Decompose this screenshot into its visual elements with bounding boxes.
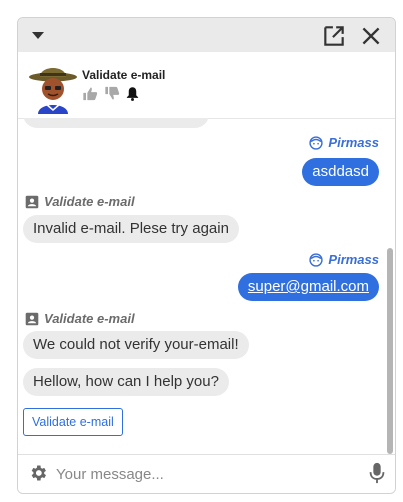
user-message: super@gmail.com bbox=[237, 273, 379, 301]
user-message: asddasd bbox=[302, 158, 379, 186]
feedback-row bbox=[82, 86, 139, 101]
scrollbar-thumb[interactable] bbox=[387, 248, 393, 454]
scrollbar[interactable] bbox=[387, 120, 393, 454]
bot-name: Validate e-mail bbox=[82, 68, 166, 82]
bot-message: We could not verify your-email! bbox=[23, 331, 249, 359]
message-sender: Pirmass bbox=[309, 135, 379, 150]
message-sender: Validate e-mail bbox=[25, 194, 135, 209]
bot-avatar bbox=[29, 68, 77, 114]
sender-name: Pirmass bbox=[328, 252, 379, 267]
microphone-icon[interactable] bbox=[367, 462, 387, 484]
message-input[interactable] bbox=[56, 463, 356, 485]
bot-header: Validate e-mail bbox=[18, 52, 395, 119]
sender-name: Validate e-mail bbox=[44, 194, 135, 209]
open-in-new-icon[interactable] bbox=[321, 23, 347, 49]
user-face-icon bbox=[309, 252, 324, 267]
message-composer bbox=[18, 454, 395, 493]
message-bubble-cutoff bbox=[23, 118, 209, 128]
sender-name: Pirmass bbox=[328, 135, 379, 150]
message-sender: Pirmass bbox=[309, 252, 379, 267]
quick-reply-button[interactable]: Validate e-mail bbox=[23, 408, 123, 436]
close-icon[interactable] bbox=[358, 23, 384, 49]
message-list[interactable]: Pirmass asddasd Validate e-mail Invalid … bbox=[18, 118, 385, 455]
bot-message: Invalid e-mail. Plese try again bbox=[23, 215, 239, 243]
chat-widget: Validate e-mail Pirmass asddasd Validate… bbox=[17, 17, 396, 494]
widget-topbar bbox=[18, 18, 395, 52]
bot-message: Hellow, how can I help you? bbox=[23, 368, 229, 396]
contact-card-icon bbox=[25, 312, 39, 325]
user-face-icon bbox=[309, 135, 324, 150]
contact-card-icon bbox=[25, 195, 39, 208]
thumbs-up-icon[interactable] bbox=[82, 86, 98, 101]
gear-icon[interactable] bbox=[28, 463, 48, 483]
email-link[interactable]: super@gmail.com bbox=[248, 278, 369, 295]
thumbs-down-icon[interactable] bbox=[104, 86, 120, 101]
message-sender: Validate e-mail bbox=[25, 311, 135, 326]
bell-icon[interactable] bbox=[126, 86, 139, 101]
sender-name: Validate e-mail bbox=[44, 311, 135, 326]
chevron-down-icon[interactable] bbox=[32, 32, 44, 39]
